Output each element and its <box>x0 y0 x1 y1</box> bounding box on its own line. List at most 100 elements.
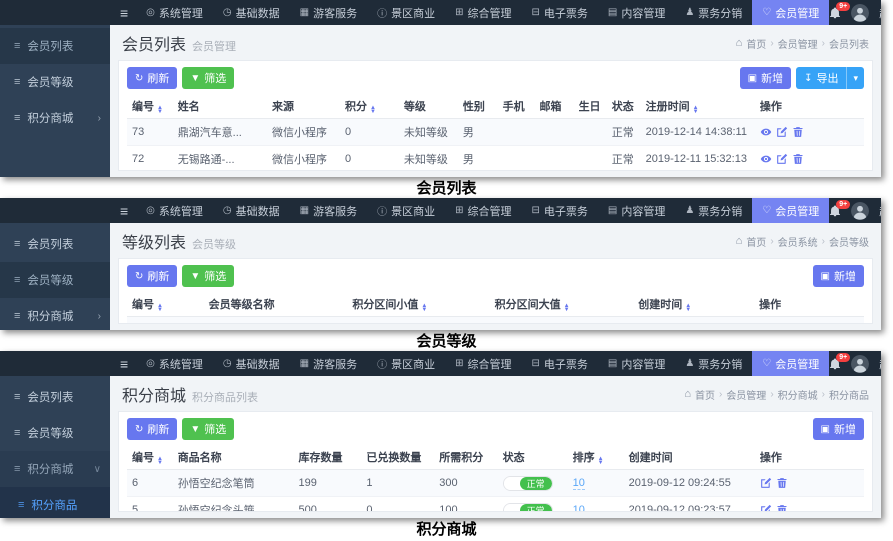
column-header: 状态 <box>607 94 641 119</box>
breadcrumb-item[interactable]: 首页 <box>746 234 766 249</box>
refresh-button[interactable]: ↻刷新 <box>127 67 177 89</box>
column-header[interactable]: 编号▲▼ <box>127 94 173 119</box>
filter-button[interactable]: ▼筛选 <box>182 67 234 89</box>
cell: 孙悟空纪念头箍 <box>173 497 294 513</box>
breadcrumb-item[interactable]: 会员管理 <box>778 36 818 51</box>
hamburger-icon[interactable]: ≡ <box>112 0 136 25</box>
top-nav-item[interactable]: ♡会员管理 <box>752 0 829 25</box>
column-header[interactable]: 注册时间▲▼ <box>641 94 755 119</box>
column-header[interactable]: 积分▲▼ <box>340 94 399 119</box>
sidebar-item-label: 积分商城 <box>27 308 73 324</box>
edit-icon[interactable] <box>760 504 772 512</box>
user-menu[interactable]: 超级管理员 ▾ <box>879 5 881 21</box>
column-header[interactable]: 积分区间小值▲▼ <box>347 292 489 317</box>
export-button[interactable]: ↧导出 <box>796 67 846 89</box>
add-button[interactable]: ▣新增 <box>813 265 864 287</box>
top-nav-item[interactable]: ♟票务分销 <box>675 351 752 376</box>
sidebar-item[interactable]: ≡会员列表 <box>0 28 110 64</box>
top-nav-item[interactable]: ⊟电子票务 <box>521 0 597 25</box>
status-toggle[interactable]: 正常 <box>503 476 553 491</box>
cell: 6 <box>127 470 173 497</box>
breadcrumb-item[interactable]: 会员系统 <box>778 234 818 249</box>
top-nav-menu: ◎系统管理◷基础数据▦游客服务ⓘ景区商业⊞综合管理⊟电子票务▤内容管理♟票务分销… <box>136 0 829 25</box>
column-header[interactable]: 编号▲▼ <box>127 292 204 317</box>
breadcrumb-item[interactable]: 会员列表 <box>829 36 869 51</box>
export-button-caret[interactable]: ▾ <box>846 67 864 89</box>
delete-icon[interactable] <box>776 504 788 512</box>
sidebar-item[interactable]: ≡积分商城› <box>0 100 110 136</box>
sidebar-item[interactable]: ≡积分商品 <box>0 487 110 518</box>
add-button[interactable]: ▣新增 <box>740 67 791 89</box>
hamburger-icon[interactable]: ≡ <box>112 198 136 223</box>
breadcrumb-item[interactable]: 会员等级 <box>829 234 869 249</box>
button-label: 筛选 <box>204 70 226 86</box>
sidebar-item[interactable]: ≡会员列表 <box>0 226 110 262</box>
filter-button[interactable]: ▼筛选 <box>182 418 234 440</box>
top-nav-item[interactable]: ▤内容管理 <box>598 351 675 376</box>
top-nav-item[interactable]: ♟票务分销 <box>675 198 752 223</box>
top-nav-item[interactable]: ⓘ景区商业 <box>367 351 445 376</box>
status-toggle[interactable]: 正常 <box>503 503 553 513</box>
filter-button[interactable]: ▼筛选 <box>182 265 234 287</box>
top-nav-item[interactable]: ⊞综合管理 <box>445 351 521 376</box>
top-nav-item[interactable]: ▦游客服务 <box>290 0 367 25</box>
sidebar-item[interactable]: ≡积分商城› <box>0 298 110 330</box>
breadcrumb-item[interactable]: 积分商城 <box>778 387 818 402</box>
top-nav-item[interactable]: ◷基础数据 <box>213 0 290 25</box>
view-icon[interactable] <box>760 126 772 138</box>
column-header[interactable]: 积分区间大值▲▼ <box>490 292 634 317</box>
top-nav-item[interactable]: ♟票务分销 <box>675 0 752 25</box>
sidebar-item[interactable]: ≡会员等级 <box>0 262 110 298</box>
breadcrumb-item[interactable]: 首页 <box>746 36 766 51</box>
top-nav-item[interactable]: ♡会员管理 <box>752 351 829 376</box>
user-menu[interactable]: 超级管理员 ▾ <box>879 203 881 219</box>
top-nav-item[interactable]: ⊞综合管理 <box>445 198 521 223</box>
top-nav-item[interactable]: ▤内容管理 <box>598 0 675 25</box>
delete-icon[interactable] <box>792 126 804 138</box>
avatar[interactable] <box>851 4 869 22</box>
top-nav-item[interactable]: ⊞综合管理 <box>445 0 521 25</box>
refresh-button[interactable]: ↻刷新 <box>127 265 177 287</box>
top-nav-item[interactable]: ◎系统管理 <box>136 198 213 223</box>
top-nav-item[interactable]: ▤内容管理 <box>598 198 675 223</box>
top-nav-item[interactable]: ▦游客服务 <box>290 351 367 376</box>
top-nav-item[interactable]: ♡会员管理 <box>752 198 829 223</box>
sort-order-link[interactable]: 10 <box>573 477 585 490</box>
add-button[interactable]: ▣新增 <box>813 418 864 440</box>
breadcrumb-item[interactable]: 首页 <box>695 387 715 402</box>
top-nav-item[interactable]: ◎系统管理 <box>136 0 213 25</box>
top-nav-item[interactable]: ⊟电子票务 <box>521 351 597 376</box>
edit-icon[interactable] <box>776 126 788 138</box>
edit-icon[interactable] <box>776 153 788 165</box>
delete-icon[interactable] <box>776 477 788 489</box>
bell-icon[interactable]: 9+ <box>829 7 841 19</box>
column-header-label: 会员等级名称 <box>209 299 275 311</box>
hamburger-icon[interactable]: ≡ <box>112 351 136 376</box>
column-header[interactable]: 创建时间▲▼ <box>633 292 754 317</box>
column-header[interactable]: 排序▲▼ <box>568 445 624 470</box>
sort-order-link[interactable]: 10 <box>573 504 585 512</box>
sidebar-item[interactable]: ≡会员等级 <box>0 415 110 451</box>
sidebar-item[interactable]: ≡会员列表 <box>0 379 110 415</box>
avatar[interactable] <box>851 355 869 373</box>
top-nav-item[interactable]: ◷基础数据 <box>213 198 290 223</box>
breadcrumb-item[interactable]: 积分商品 <box>829 387 869 402</box>
refresh-button[interactable]: ↻刷新 <box>127 418 177 440</box>
top-nav-item[interactable]: ◷基础数据 <box>213 351 290 376</box>
top-nav-item[interactable]: ◎系统管理 <box>136 351 213 376</box>
delete-icon[interactable] <box>792 153 804 165</box>
top-nav-item[interactable]: ⓘ景区商业 <box>367 0 445 25</box>
top-nav-item[interactable]: ⊟电子票务 <box>521 198 597 223</box>
bell-icon[interactable]: 9+ <box>829 205 841 217</box>
top-nav-item[interactable]: ⓘ景区商业 <box>367 198 445 223</box>
breadcrumb-item[interactable]: 会员管理 <box>726 387 766 402</box>
avatar[interactable] <box>851 202 869 220</box>
user-menu[interactable]: 超级管理员 ▾ <box>879 356 881 372</box>
edit-icon[interactable] <box>760 477 772 489</box>
top-nav-item[interactable]: ▦游客服务 <box>290 198 367 223</box>
view-icon[interactable] <box>760 153 772 165</box>
sidebar-item[interactable]: ≡会员等级 <box>0 64 110 100</box>
bell-icon[interactable]: 9+ <box>829 358 841 370</box>
column-header[interactable]: 编号▲▼ <box>127 445 173 470</box>
sidebar-item[interactable]: ≡积分商城∨ <box>0 451 110 487</box>
